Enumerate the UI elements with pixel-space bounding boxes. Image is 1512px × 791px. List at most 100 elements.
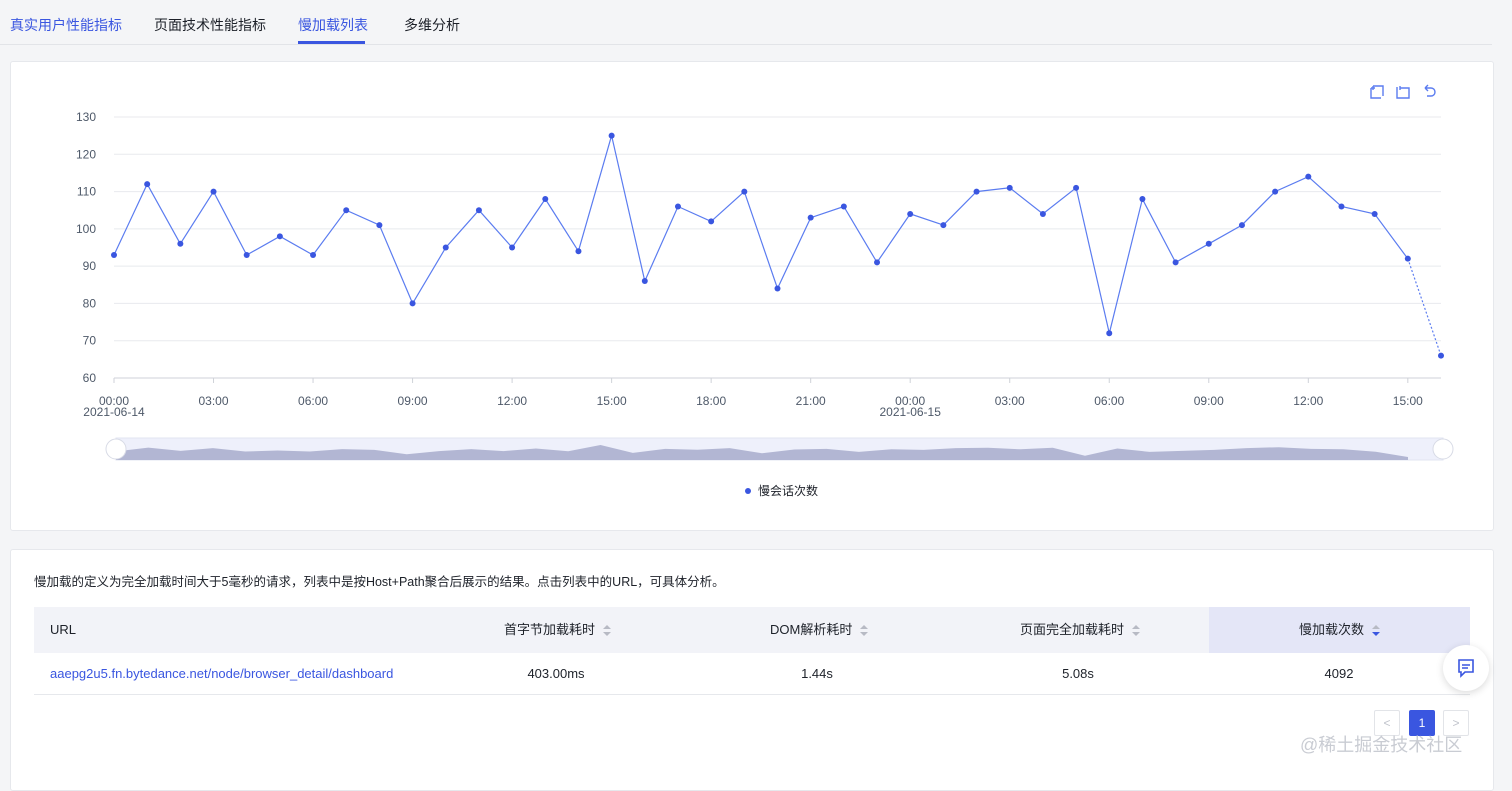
- x-tick-label: 12:00: [497, 394, 527, 408]
- data-point: [144, 181, 151, 188]
- slow-session-line-chart: 6070809010011012013000:002021-06-1403:00…: [76, 110, 1454, 461]
- column-header-slow-count[interactable]: 慢加载次数: [1209, 607, 1470, 653]
- column-header-slow-count-label: 慢加载次数: [1298, 622, 1364, 637]
- tab-bar: 真实用户性能指标 页面技术性能指标 慢加载列表 多维分析: [0, 0, 1492, 45]
- column-header-dom-label: DOM解析耗时: [770, 622, 853, 637]
- column-header-full-load-label: 页面完全加载耗时: [1020, 622, 1125, 637]
- data-point: [343, 207, 350, 214]
- y-tick-label: 90: [83, 259, 97, 273]
- y-tick-label: 100: [76, 222, 96, 236]
- data-point: [310, 251, 317, 258]
- legend-label: 慢会话次数: [758, 484, 819, 498]
- tab-real-user-metrics[interactable]: 真实用户性能指标: [10, 15, 122, 35]
- data-point: [1106, 330, 1113, 337]
- data-zoom-left-handle[interactable]: [105, 438, 127, 460]
- x-tick-label: 18:00: [696, 394, 726, 408]
- active-tab-indicator: [298, 41, 365, 44]
- x-tick-label: 03:00: [199, 394, 229, 408]
- x-tick-label: 21:00: [796, 394, 826, 408]
- data-point: [177, 240, 184, 247]
- data-point: [1205, 240, 1212, 247]
- x-tick-label: 15:00: [1393, 394, 1423, 408]
- x-tick-label: 09:00: [398, 394, 428, 408]
- data-point: [509, 244, 516, 251]
- y-tick-label: 80: [83, 296, 97, 310]
- tab-slow-load-list[interactable]: 慢加载列表: [298, 15, 368, 35]
- data-point: [243, 251, 250, 258]
- column-header-ttfb-label: 首字节加载耗时: [504, 622, 596, 637]
- tab-page-tech-metrics[interactable]: 页面技术性能指标: [154, 15, 266, 35]
- tab-multi-dim-analysis[interactable]: 多维分析: [404, 15, 460, 35]
- data-zoom-right-handle[interactable]: [1432, 438, 1454, 460]
- chart-legend[interactable]: 慢会话次数: [745, 482, 818, 499]
- watermark: @稀土掘金技术社区: [1300, 735, 1463, 755]
- data-point: [442, 244, 449, 251]
- data-point: [1172, 259, 1179, 266]
- data-point: [210, 188, 217, 195]
- slow-count-cell: 4092: [1324, 666, 1354, 681]
- table-row: aaepg2u5.fn.bytedance.net/node/browser_d…: [34, 653, 1470, 695]
- x-tick-label: 15:00: [597, 394, 627, 408]
- data-point: [940, 222, 947, 229]
- data-point: [1404, 255, 1411, 262]
- dom-cell: 1.44s: [801, 666, 833, 681]
- x-tick-date-label: 2021-06-15: [880, 405, 942, 419]
- data-point: [1073, 184, 1080, 191]
- slow-load-table-panel: 慢加载的定义为完全加载时间大于5毫秒的请求，列表中是按Host+Path聚合后展…: [10, 549, 1494, 791]
- x-tick-label: 03:00: [995, 394, 1025, 408]
- data-point: [1438, 352, 1444, 359]
- data-point: [376, 222, 383, 229]
- column-header-full-load[interactable]: 页面完全加载耗时: [1020, 607, 1141, 653]
- url-link[interactable]: aaepg2u5.fn.bytedance.net/node/browser_d…: [50, 653, 393, 694]
- data-point: [840, 203, 847, 210]
- sort-desc-icon[interactable]: [1372, 624, 1380, 637]
- data-point: [807, 214, 814, 221]
- x-tick-label: 06:00: [1094, 394, 1124, 408]
- column-header-ttfb[interactable]: 首字节加载耗时: [504, 607, 612, 653]
- data-point: [475, 207, 482, 214]
- y-tick-label: 70: [83, 334, 97, 348]
- data-point: [1139, 196, 1146, 203]
- y-tick-label: 60: [83, 371, 97, 385]
- data-point: [674, 203, 681, 210]
- x-tick-label: 06:00: [298, 394, 328, 408]
- sort-icon[interactable]: [860, 624, 869, 637]
- table-header: URL 首字节加载耗时 DOM解析耗时 页面完全加载耗时 慢加载次数: [34, 607, 1470, 653]
- x-tick-label: 09:00: [1194, 394, 1224, 408]
- y-tick-label: 110: [77, 185, 96, 199]
- data-point: [1272, 188, 1279, 195]
- x-tick-label: 12:00: [1293, 394, 1323, 408]
- data-point: [973, 188, 980, 195]
- slow-load-description: 慢加载的定义为完全加载时间大于5毫秒的请求，列表中是按Host+Path聚合后展…: [34, 575, 725, 589]
- data-point: [641, 278, 648, 285]
- data-point: [874, 259, 881, 266]
- data-point: [1039, 210, 1046, 217]
- full-load-cell: 5.08s: [1062, 666, 1094, 681]
- data-point: [907, 210, 914, 217]
- data-point: [575, 248, 582, 255]
- y-tick-label: 120: [76, 147, 96, 161]
- data-point: [708, 218, 715, 225]
- data-point: [111, 251, 117, 258]
- data-point: [774, 285, 781, 292]
- x-tick-date-label: 2021-06-14: [83, 405, 145, 419]
- data-point: [741, 188, 748, 195]
- data-point: [608, 132, 615, 139]
- data-point: [542, 196, 549, 203]
- data-point: [1305, 173, 1312, 180]
- data-point: [1338, 203, 1345, 210]
- sort-icon[interactable]: [603, 624, 612, 637]
- feedback-button[interactable]: [1443, 645, 1489, 691]
- data-point: [409, 300, 416, 307]
- sort-icon[interactable]: [1132, 624, 1141, 637]
- y-tick-label: 130: [76, 110, 96, 124]
- feedback-icon: [1458, 659, 1474, 678]
- chart-panel: 60 70 80 90 100 110 120 130 00:00 2021-06-14 03:00…: [10, 61, 1494, 531]
- data-point: [1006, 184, 1013, 191]
- ttfb-cell: 403.00ms: [527, 666, 585, 681]
- data-point: [276, 233, 283, 240]
- legend-dot-icon: [745, 487, 751, 494]
- data-point: [1371, 210, 1378, 217]
- column-header-url: URL: [50, 622, 77, 637]
- column-header-dom[interactable]: DOM解析耗时: [770, 607, 869, 653]
